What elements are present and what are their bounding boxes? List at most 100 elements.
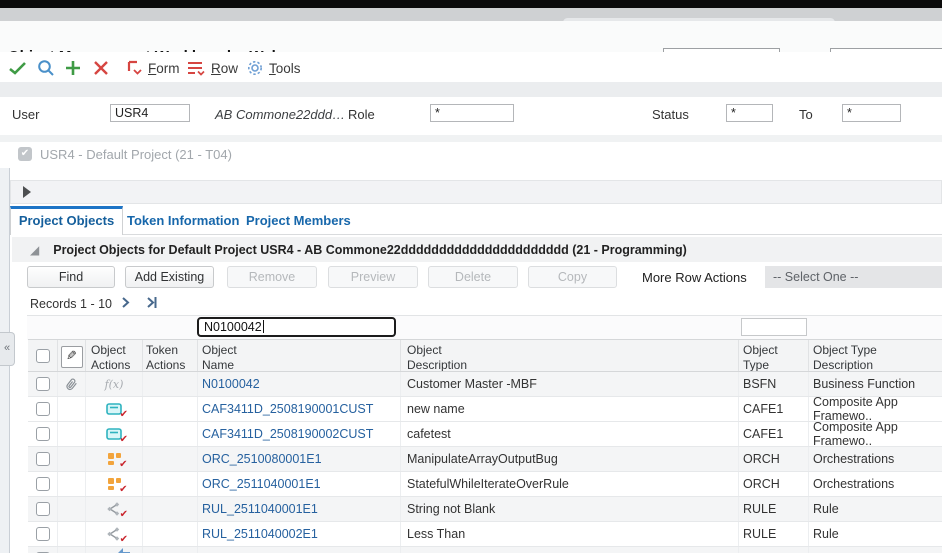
cross-reference-icon[interactable]	[115, 548, 131, 553]
plus-icon	[66, 61, 80, 75]
form-toolbar: Form Row Tools	[0, 52, 942, 83]
grid-header-row: ✎ Object Actions Token Actions Object Na…	[28, 339, 942, 372]
rule-icon[interactable]: ✔	[106, 527, 128, 545]
table-row: ✔ RUL_2511040001E1 String not Blank RULE…	[28, 497, 942, 522]
checked-out-icon: ✔	[119, 408, 128, 420]
find-button-icon[interactable]	[37, 59, 55, 77]
object-name-link[interactable]: ORC_2511040001E1	[202, 477, 321, 491]
project-label: USR4 - Default Project (21 - T04)	[40, 147, 232, 162]
form-menu[interactable]: Form	[124, 59, 180, 77]
checked-out-icon: ✔	[119, 484, 128, 495]
object-description: String not Blank	[401, 497, 739, 521]
add-button[interactable]	[64, 59, 82, 77]
form-menu-icon	[127, 60, 142, 75]
gear-icon	[248, 61, 262, 75]
table-row: f(x) N0100042 Customer Master -MBF BSFN …	[28, 372, 942, 397]
row-checkbox[interactable]	[35, 452, 50, 466]
object-name-link[interactable]: N0100042	[202, 377, 260, 391]
object-name-link[interactable]: CAF3411D_2508190002CUST	[202, 427, 373, 441]
section-header[interactable]: ◢ Project Objects for Default Project US…	[12, 237, 942, 262]
object-type-description: Orchestrations	[813, 477, 895, 491]
object-name-link[interactable]: RUL_2511040001E1	[202, 502, 318, 516]
ok-button[interactable]	[8, 59, 28, 77]
table-row: ✔ ORC_2511040001E1 StatefulWhileIterateO…	[28, 472, 942, 497]
business-function-icon[interactable]: f(x)	[105, 378, 124, 391]
last-page-button[interactable]	[146, 296, 159, 314]
user-description: AB Commone22ddd…	[215, 107, 346, 122]
row-checkbox[interactable]	[35, 527, 50, 541]
object-type: ORCH	[739, 472, 809, 496]
rule-icon[interactable]: ✔	[106, 502, 128, 520]
status-to-input[interactable]	[842, 104, 901, 122]
collapse-triangle-icon[interactable]: ◢	[30, 243, 39, 257]
row-checkbox[interactable]	[35, 427, 50, 441]
records-count: Records 1 - 10	[30, 297, 112, 311]
check-icon	[9, 62, 26, 75]
find-button[interactable]: Find	[27, 266, 115, 288]
header-cell-object-type[interactable]: Object Type	[739, 340, 809, 371]
copy-button: Copy	[528, 266, 617, 288]
object-description: Less Than	[401, 522, 739, 546]
expand-arrow-icon[interactable]	[23, 186, 31, 198]
to-label: To	[799, 107, 813, 122]
user-input[interactable]	[110, 104, 190, 122]
header-cell-object-name[interactable]: Object Name	[198, 340, 401, 371]
section-title: Project Objects for Default Project USR4…	[53, 242, 687, 257]
chevron-right-icon	[122, 297, 130, 308]
qbe-row: N0100042	[27, 315, 942, 340]
row-checkbox[interactable]	[35, 377, 50, 391]
object-type-description: Rule	[813, 502, 839, 516]
composite-app-icon[interactable]: ✔	[106, 427, 128, 444]
table-row: ✔ CAF3411D_2508190002CUST cafetest CAFE1…	[28, 422, 942, 447]
object-name-link[interactable]: ORC_2510080001E1	[202, 452, 322, 466]
composite-app-icon[interactable]: ✔	[106, 402, 128, 419]
status-from-input[interactable]	[726, 104, 773, 122]
table-row	[28, 547, 942, 553]
checked-out-icon: ✔	[119, 534, 128, 545]
chevron-last-icon	[147, 297, 157, 308]
object-type: CAFE1	[739, 397, 809, 421]
close-button[interactable]	[93, 59, 109, 77]
more-row-actions-label: More Row Actions	[642, 270, 747, 285]
tab-project-members[interactable]: Project Members	[246, 213, 351, 228]
attachment-paperclip-icon[interactable]	[62, 374, 81, 394]
qbe-object-name-input[interactable]: N0100042	[197, 317, 396, 337]
expand-row[interactable]	[10, 180, 942, 204]
preview-button: Preview	[328, 266, 418, 288]
row-menu-label: Row	[211, 60, 239, 76]
tab-project-objects[interactable]: Project Objects	[10, 206, 123, 235]
orchestration-icon[interactable]: ✔	[107, 452, 128, 470]
orchestration-icon[interactable]: ✔	[107, 477, 128, 495]
select-all-checkbox[interactable]	[35, 348, 50, 363]
role-input[interactable]	[430, 104, 514, 122]
next-page-button[interactable]	[121, 296, 130, 314]
row-checkbox[interactable]	[35, 402, 50, 416]
object-type-description: Rule	[813, 527, 839, 541]
object-type: RULE	[739, 522, 809, 546]
table-row: ✔ CAF3411D_2508190001CUST new name CAFE1…	[28, 397, 942, 422]
tabs-baseline	[10, 234, 942, 235]
object-name-link[interactable]: CAF3411D_2508190001CUST	[202, 402, 373, 416]
collapse-panel-tab[interactable]: «	[0, 332, 15, 366]
add-existing-button[interactable]: Add Existing	[125, 266, 214, 288]
object-type-description: Composite App Framewo..	[813, 422, 898, 446]
object-type: BSFN	[739, 372, 809, 396]
header-cell-object-type-description[interactable]: Object Type Description	[809, 340, 942, 371]
header-cell-object-description[interactable]: Object Description	[401, 340, 739, 371]
row-checkbox[interactable]	[35, 477, 50, 491]
search-icon	[38, 60, 54, 76]
top-black-bar	[0, 0, 942, 8]
object-type-description: Composite App Framewo..	[813, 397, 898, 421]
qbe-object-type-input[interactable]	[741, 318, 807, 336]
row-menu[interactable]: Row	[186, 59, 238, 77]
object-description: cafetest	[401, 422, 739, 446]
edit-grid-icon[interactable]: ✎	[60, 346, 83, 368]
omw-window: Object Management Workbench - Web Person…	[0, 0, 942, 553]
checked-out-icon: ✔	[119, 459, 128, 470]
tab-token-information[interactable]: Token Information	[127, 213, 239, 228]
tools-menu[interactable]: Tools	[246, 59, 301, 77]
row-checkbox[interactable]	[35, 502, 50, 516]
object-name-link[interactable]: RUL_2511040002E1	[202, 527, 318, 541]
row-actions-select[interactable]: -- Select One --	[765, 266, 942, 288]
object-type: CAFE1	[739, 422, 809, 446]
